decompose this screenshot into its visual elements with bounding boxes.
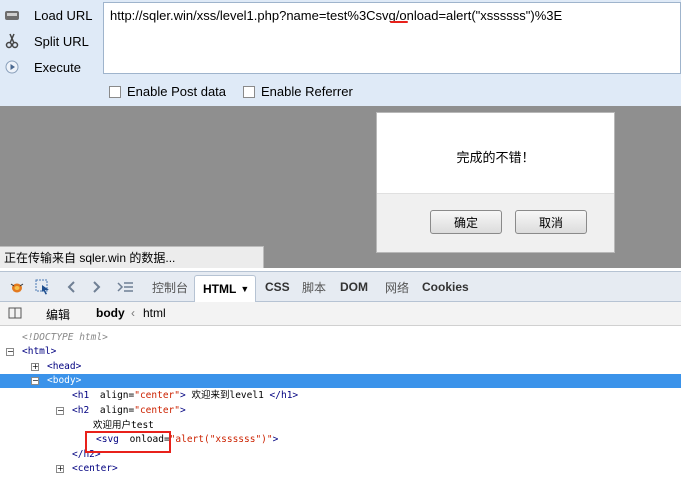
enable-post-label: Enable Post data [127, 84, 227, 99]
load-url-label: Load URL [34, 7, 93, 23]
html-node: <html> [22, 346, 57, 357]
tab-script[interactable]: 脚本 [302, 272, 326, 302]
firebug-toolbar: 控制台 HTML ▼ CSS 脚本 DOM 网络 Cookies [0, 271, 681, 302]
back-arrow-icon[interactable] [62, 278, 80, 296]
highlight-underline [390, 21, 408, 23]
firebug-subbar: 编辑 body ‹ html [0, 302, 681, 326]
tab-css[interactable]: CSS [265, 272, 290, 302]
collapse-icon[interactable]: − [31, 377, 39, 385]
h1-text: 欢迎来到level1 [191, 390, 264, 401]
split-url-button[interactable]: Split URL [4, 30, 98, 52]
collapse-icon[interactable]: − [56, 407, 64, 415]
tree-row[interactable]: <h1 align="center"> 欢迎来到level1 </h1> [0, 389, 681, 403]
enable-referrer-checkbox[interactable]: Enable Referrer [243, 84, 353, 99]
enable-post-checkbox[interactable]: Enable Post data [109, 84, 226, 99]
dropdown-arrow-icon: ▼ [240, 284, 250, 294]
breadcrumb-separator-icon: ‹ [131, 306, 135, 320]
tab-cookies[interactable]: Cookies [422, 272, 469, 302]
doctype-node: <!DOCTYPE html> [22, 332, 108, 343]
html-tree: <!DOCTYPE html> − <html> + <head> − <bod… [0, 327, 681, 481]
cancel-button[interactable]: 取消 [515, 210, 587, 234]
ok-button[interactable]: 确定 [430, 210, 502, 234]
url-input[interactable]: http://sqler.win/xss/level1.php?name=tes… [103, 2, 681, 74]
tab-html-label: HTML [203, 282, 237, 296]
h1-tag: <h1 [72, 390, 90, 401]
load-url-icon [4, 7, 20, 23]
highlight-box [85, 431, 171, 453]
expand-icon[interactable]: + [31, 363, 39, 371]
load-url-button[interactable]: Load URL [4, 4, 98, 26]
h2-tag: <h2 [72, 405, 90, 416]
tab-dom[interactable]: DOM [340, 272, 368, 302]
execute-label: Execute [34, 59, 81, 75]
dialog-message: 完成的不错！ [456, 150, 535, 165]
h2-value: "center" [134, 405, 180, 416]
head-node: <head> [47, 361, 82, 372]
dialog-footer: 确定 取消 [377, 193, 614, 252]
split-url-label: Split URL [34, 33, 89, 49]
checkbox-box[interactable] [243, 85, 255, 98]
tab-console[interactable]: 控制台 [152, 272, 188, 302]
tree-row-selected[interactable]: − <body> [0, 374, 681, 388]
center-node: <center> [72, 463, 118, 474]
h1-attr: align= [99, 390, 135, 401]
expand-icon[interactable]: + [56, 465, 64, 473]
edit-button[interactable]: 编辑 [46, 306, 70, 323]
breadcrumb-html[interactable]: html [143, 306, 166, 320]
hackbar-panel: Load URL Split URL Execute http://sqler.… [0, 0, 681, 106]
h1-close: </h1> [269, 390, 299, 401]
tree-row[interactable]: + <center> [0, 462, 681, 476]
svg-close: > [272, 434, 279, 445]
tree-row[interactable]: <!DOCTYPE html> [0, 331, 681, 345]
checkbox-box[interactable] [109, 85, 121, 98]
layout-icon[interactable] [8, 306, 22, 323]
alert-dialog: 完成的不错！ 确定 取消 [376, 112, 615, 253]
tree-row[interactable]: − <h2 align="center"> [0, 404, 681, 418]
firebug-bug-icon[interactable] [8, 278, 26, 296]
scissors-icon [4, 33, 20, 49]
h2-node: <h2 align="center"> [72, 405, 186, 416]
tree-row[interactable]: − <html> [0, 345, 681, 359]
h1-node: <h1 align="center"> 欢迎来到level1 </h1> [72, 390, 299, 401]
tab-net[interactable]: 网络 [385, 272, 409, 302]
tree-row[interactable]: + <head> [0, 360, 681, 374]
command-line-icon[interactable] [116, 278, 134, 296]
h1-value: "center" [134, 390, 180, 401]
forward-arrow-icon[interactable] [88, 278, 106, 296]
status-text: 正在传输来自 sqler.win 的数据... [0, 246, 264, 268]
breadcrumb-body[interactable]: body [96, 306, 125, 320]
execute-button[interactable]: Execute [4, 56, 98, 78]
tab-html[interactable]: HTML ▼ [194, 275, 256, 302]
h2-attr: align= [99, 405, 135, 416]
inspect-icon[interactable] [34, 278, 52, 296]
enable-referrer-label: Enable Referrer [261, 84, 353, 99]
svg-value: "alert("xssssss")" [169, 434, 273, 445]
body-node: <body> [47, 375, 82, 386]
play-icon [4, 59, 20, 75]
collapse-icon[interactable]: − [6, 348, 14, 356]
